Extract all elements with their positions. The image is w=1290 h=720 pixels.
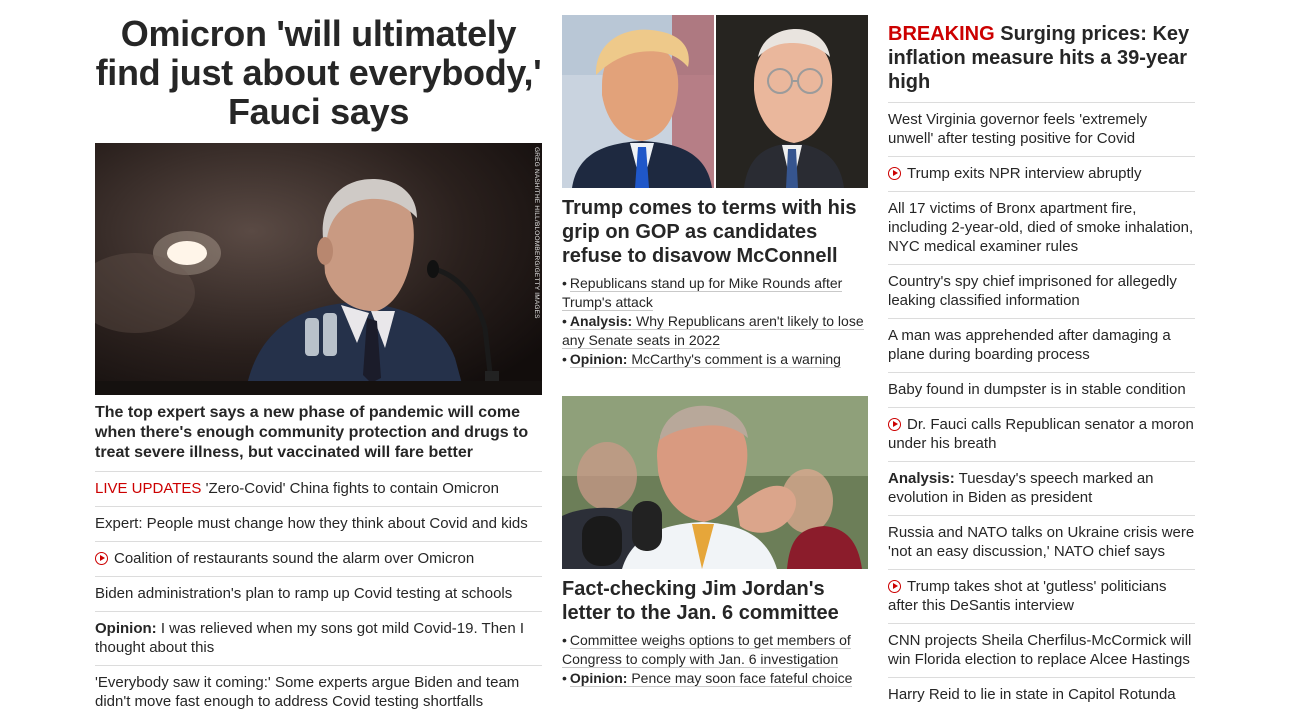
list-item-text: Country's spy chief imprisoned for alleg…	[888, 273, 1177, 309]
story-headline[interactable]: Trump comes to terms with his grip on GO…	[562, 196, 868, 268]
play-circle-icon	[95, 552, 108, 565]
list-item-text: 'Zero-Covid' China fights to contain Omi…	[205, 480, 499, 497]
list-item-text: Expert: People must change how they thin…	[95, 515, 528, 532]
play-circle-icon	[888, 580, 901, 593]
list-item: • Opinion: Pence may soon face fateful ch…	[562, 670, 853, 687]
related-link[interactable]: Opinion: McCarthy's comment is a warning	[569, 351, 841, 368]
list-item: • Republicans stand up for Mike Rounds af…	[562, 275, 843, 311]
headlines-column: BREAKING Surging prices: Key inflation m…	[888, 0, 1195, 712]
play-circle-icon	[888, 418, 901, 431]
jim-jordan-photo-image	[562, 396, 868, 569]
list-item[interactable]: Opinion: I was relieved when my sons got…	[95, 611, 542, 665]
photo-credit: GREG NASH/THE HILL/BLOOMBERG/GETTY IMAGE…	[533, 147, 540, 319]
list-item-text: A man was apprehended after damaging a p…	[888, 327, 1171, 363]
list-item-text: All 17 victims of Bronx apartment fire, …	[888, 200, 1194, 255]
list-item-text: Dr. Fauci calls Republican senator a mor…	[888, 416, 1194, 452]
related-link[interactable]: Committee weighs options to get members …	[562, 632, 851, 668]
list-item-text: Russia and NATO talks on Ukraine crisis …	[888, 524, 1195, 560]
lead-story-column: Omicron 'will ultimately find just about…	[95, 0, 542, 719]
list-item[interactable]: Dr. Fauci calls Republican senator a mor…	[888, 407, 1195, 461]
trump-mcconnell-photo-image	[562, 15, 868, 188]
analysis-label: Analysis:	[888, 470, 955, 487]
list-item-text: West Virginia governor feels 'extremely …	[888, 111, 1148, 147]
fauci-photo[interactable]: GREG NASH/THE HILL/BLOOMBERG/GETTY IMAGE…	[95, 143, 542, 395]
list-item: • Opinion: McCarthy's comment is a warnin…	[562, 351, 841, 368]
list-item[interactable]: A man was apprehended after damaging a p…	[888, 318, 1195, 372]
story-headline[interactable]: Fact-checking Jim Jordan's letter to the…	[562, 577, 868, 625]
live-updates-label: LIVE UPDATES	[95, 480, 202, 497]
list-item[interactable]: Russia and NATO talks on Ukraine crisis …	[888, 515, 1195, 569]
list-item-text: 'Everybody saw it coming:' Some experts …	[95, 674, 520, 710]
list-item[interactable]: West Virginia governor feels 'extremely …	[888, 102, 1195, 156]
list-item-text: Coalition of restaurants sound the alarm…	[114, 550, 475, 567]
story-related-links: • Committee weighs options to get members…	[562, 631, 868, 688]
lead-related-list: LIVE UPDATES 'Zero-Covid' China fights t…	[95, 471, 542, 719]
list-item[interactable]: Expert: People must change how they thin…	[95, 506, 542, 541]
list-item[interactable]: Trump takes shot at 'gutless' politician…	[888, 569, 1195, 623]
list-item[interactable]: Analysis: Tuesday's speech marked an evo…	[888, 461, 1195, 515]
list-item[interactable]: 'Everybody saw it coming:' Some experts …	[95, 665, 542, 719]
list-item: • Analysis: Why Republicans aren't likely…	[562, 313, 864, 349]
list-item-text: Trump takes shot at 'gutless' politician…	[888, 578, 1167, 614]
breaking-headline[interactable]: BREAKING Surging prices: Key inflation m…	[888, 22, 1195, 94]
list-item[interactable]: CNN projects Sheila Cherfilus-McCormick …	[888, 623, 1195, 677]
list-item-text: I was relieved when my sons got mild Cov…	[95, 620, 525, 656]
trump-mcconnell-photo[interactable]	[562, 15, 868, 188]
opinion-label: Opinion:	[569, 351, 628, 367]
story-related-links: • Republicans stand up for Mike Rounds af…	[562, 274, 868, 369]
fauci-photo-image	[95, 143, 542, 395]
list-item-text: CNN projects Sheila Cherfilus-McCormick …	[888, 632, 1192, 668]
opinion-label: Opinion:	[95, 620, 157, 637]
related-link[interactable]: Opinion: Pence may soon face fateful cho…	[569, 670, 853, 687]
lead-headline[interactable]: Omicron 'will ultimately find just about…	[95, 14, 542, 131]
list-item: • Committee weighs options to get members…	[562, 632, 851, 668]
list-item[interactable]: Harry Reid to lie in state in Capitol Ro…	[888, 677, 1195, 712]
analysis-label: Analysis:	[569, 313, 633, 329]
related-link[interactable]: Republicans stand up for Mike Rounds aft…	[562, 275, 843, 311]
list-item-text: Harry Reid to lie in state in Capitol Ro…	[888, 686, 1176, 703]
list-item[interactable]: Biden administration's plan to ramp up C…	[95, 576, 542, 611]
list-item-text: Trump exits NPR interview abruptly	[907, 165, 1142, 182]
middle-column: Trump comes to terms with his grip on GO…	[562, 0, 868, 688]
list-item[interactable]: Coalition of restaurants sound the alarm…	[95, 541, 542, 576]
lead-subheadline[interactable]: The top expert says a new phase of pande…	[95, 403, 542, 463]
list-item[interactable]: Baby found in dumpster is in stable cond…	[888, 372, 1195, 407]
related-link[interactable]: Analysis: Why Republicans aren't likely …	[562, 313, 864, 349]
list-item-text: Baby found in dumpster is in stable cond…	[888, 381, 1186, 398]
opinion-label: Opinion:	[569, 670, 628, 686]
list-item[interactable]: Country's spy chief imprisoned for alleg…	[888, 264, 1195, 318]
play-circle-icon	[888, 167, 901, 180]
breaking-label: BREAKING	[888, 23, 995, 45]
jim-jordan-photo[interactable]	[562, 396, 868, 569]
headlines-list: West Virginia governor feels 'extremely …	[888, 102, 1195, 712]
list-item[interactable]: LIVE UPDATES 'Zero-Covid' China fights t…	[95, 471, 542, 506]
list-item-text: Biden administration's plan to ramp up C…	[95, 585, 513, 602]
list-item[interactable]: All 17 victims of Bronx apartment fire, …	[888, 191, 1195, 264]
list-item[interactable]: Trump exits NPR interview abruptly	[888, 156, 1195, 191]
